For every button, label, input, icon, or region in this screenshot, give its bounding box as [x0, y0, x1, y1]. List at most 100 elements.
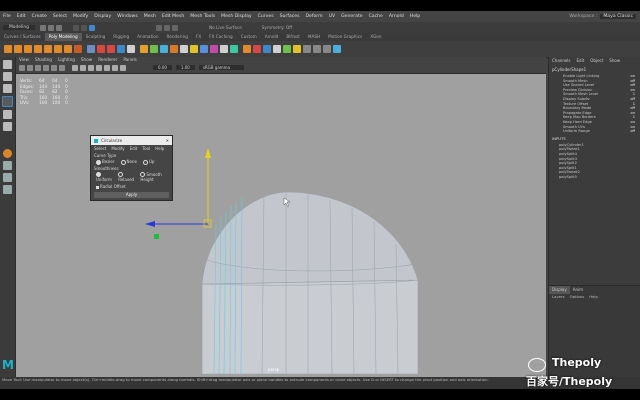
smooth-option-relaxed[interactable]: Relaxed	[118, 172, 134, 182]
cylinder-cap[interactable]	[201, 191, 419, 285]
append-icon[interactable]	[170, 45, 178, 53]
menu-arnold[interactable]: Arnold	[386, 14, 407, 19]
layer-tab-anim[interactable]: Anim	[570, 286, 586, 294]
bevel-icon[interactable]	[160, 45, 168, 53]
connect-icon[interactable]	[220, 45, 228, 53]
dialog-menu-tool[interactable]: Tool	[142, 146, 150, 151]
panel-menu-show[interactable]: Show	[78, 57, 95, 63]
save-scene-icon[interactable]	[55, 24, 62, 31]
poly-disc-icon[interactable]	[64, 45, 72, 53]
channel-tab-channels[interactable]: Channels	[549, 57, 574, 65]
menu-select[interactable]: Select	[50, 14, 70, 19]
symmetry-label[interactable]: Symmetry: Off	[262, 25, 292, 30]
center-pivot-icon[interactable]	[323, 45, 331, 53]
rotate-tool-icon[interactable]	[3, 110, 12, 119]
wireframe-on-shaded-icon[interactable]	[88, 64, 94, 71]
separate-icon[interactable]	[107, 45, 115, 53]
move-manip-x-arrow[interactable]	[145, 221, 155, 227]
apply-button[interactable]: Apply	[94, 192, 169, 198]
move-tool-icon[interactable]	[2, 96, 13, 107]
menu-create[interactable]: Create	[29, 14, 50, 19]
multicut-icon[interactable]	[200, 45, 208, 53]
colorspace-select[interactable]: sRGB gamma	[198, 65, 245, 70]
select-hierarchy-icon[interactable]	[72, 24, 79, 31]
textured-icon[interactable]	[96, 64, 102, 71]
planar-map-icon[interactable]	[253, 45, 261, 53]
curve-option-up[interactable]: Up	[142, 159, 154, 165]
open-scene-icon[interactable]	[47, 24, 54, 31]
channel-tab-object[interactable]: Object	[587, 57, 606, 65]
shelf-tab-poly-modeling[interactable]: Poly Modeling	[44, 33, 82, 41]
merge-icon[interactable]	[180, 45, 188, 53]
snap-grid-icon[interactable]	[155, 24, 162, 31]
move-manip-y-arrow[interactable]	[205, 148, 211, 158]
shelf-tab-bifrost[interactable]: Bifrost	[282, 33, 304, 41]
menu-display[interactable]: Display	[91, 14, 114, 19]
input-node[interactable]: polySplit5	[549, 175, 640, 180]
xray-icon[interactable]	[120, 64, 126, 71]
shelf-tab-sculpting[interactable]: Sculpting	[82, 33, 110, 41]
panel-menu-lighting[interactable]: Lighting	[55, 57, 78, 63]
combine-icon[interactable]	[97, 45, 105, 53]
smooth-option-height[interactable]: Smooth Height	[140, 172, 167, 182]
menu-deform[interactable]: Deform	[303, 14, 326, 19]
panel-menu-shading[interactable]: Shading	[32, 57, 55, 63]
single-view-icon[interactable]	[3, 161, 12, 170]
shelf-tab-arnold[interactable]: Arnold	[261, 33, 283, 41]
menu-curves[interactable]: Curves	[255, 14, 277, 19]
target-weld-icon[interactable]	[210, 45, 218, 53]
persp-outliner-icon[interactable]	[3, 185, 12, 194]
dialog-menu-modify[interactable]: Modify	[111, 146, 124, 151]
select-tool-icon[interactable]	[3, 60, 12, 69]
uv-editor-icon[interactable]	[243, 45, 251, 53]
menu-edit-mesh[interactable]: Edit Mesh	[159, 14, 187, 19]
live-surface-label[interactable]: No Live Surface	[209, 25, 242, 30]
shelf-tab-rigging[interactable]: Rigging	[109, 33, 133, 41]
snap-point-icon[interactable]	[171, 24, 178, 31]
freeze-transform-icon[interactable]	[313, 45, 321, 53]
poly-cube-icon[interactable]	[14, 45, 22, 53]
object-name[interactable]: pCylinderShape1	[549, 65, 640, 74]
dialog-menu-edit[interactable]: Edit	[130, 146, 138, 151]
shelf-tab-fx-caching[interactable]: FX Caching	[205, 33, 237, 41]
exposure-field[interactable]: 0.00	[153, 65, 172, 70]
panel-menu-view[interactable]: View	[16, 57, 32, 63]
cylinder-body[interactable]	[201, 279, 419, 375]
poly-plane-icon[interactable]	[54, 45, 62, 53]
dialog-menu-select[interactable]: Select	[94, 146, 106, 151]
delete-history-icon[interactable]	[303, 45, 311, 53]
reduce-icon[interactable]	[333, 45, 341, 53]
poly-torus-icon[interactable]	[44, 45, 52, 53]
extrude-icon[interactable]	[140, 45, 148, 53]
menu-surfaces[interactable]: Surfaces	[277, 14, 303, 19]
layer-menu-help[interactable]: Help	[589, 294, 598, 299]
reverse-normals-icon[interactable]	[293, 45, 301, 53]
curve-option-bezier[interactable]: Bezier	[96, 159, 115, 165]
layer-menu-layers[interactable]: Layers	[552, 294, 565, 299]
snap-curve-icon[interactable]	[163, 24, 170, 31]
platonic-icon[interactable]	[74, 45, 82, 53]
soften-edge-icon[interactable]	[273, 45, 281, 53]
menu-help[interactable]: Help	[407, 14, 423, 19]
dialog-menu-help[interactable]: Help	[155, 146, 164, 151]
channel-tab-show[interactable]: Show	[606, 57, 623, 65]
poly-sphere-icon[interactable]	[4, 45, 12, 53]
select-object-icon[interactable]	[80, 24, 87, 31]
menu-edit[interactable]: Edit	[14, 14, 29, 19]
fill-hole-icon[interactable]	[190, 45, 198, 53]
inputs-section[interactable]: INPUTS	[549, 134, 640, 143]
mode-select[interactable]: Modeling	[3, 25, 35, 30]
new-scene-icon[interactable]	[39, 24, 46, 31]
dialog-close-icon[interactable]: ✕	[166, 138, 169, 143]
shelf-tab-animation[interactable]: Animation	[133, 33, 162, 41]
bookmarks-icon[interactable]	[27, 64, 33, 71]
scene-mesh[interactable]	[16, 74, 546, 377]
paint-select-icon[interactable]	[3, 84, 12, 93]
radial-offset-row[interactable]: Radial Offset	[91, 184, 172, 189]
move-manip-z-handle[interactable]	[154, 234, 159, 239]
panel-menu-renderer[interactable]: Renderer	[95, 57, 120, 63]
smooth-option-uniform[interactable]: Uniform	[96, 172, 112, 182]
shadows-icon[interactable]	[112, 64, 118, 71]
shelf-tab-xgen[interactable]: XGen	[366, 33, 385, 41]
layer-tab-display[interactable]: Display	[549, 286, 570, 294]
